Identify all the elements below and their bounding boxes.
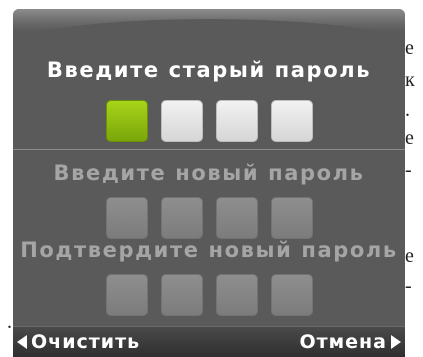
softkey-bar: Очистить Отмена — [13, 326, 405, 357]
background-text-fragment: е — [405, 246, 414, 266]
triangle-right-icon — [391, 335, 401, 349]
background-text-fragment: . — [7, 312, 12, 332]
section-divider — [13, 149, 405, 150]
cancel-softkey[interactable]: Отмена — [299, 331, 401, 353]
old-password-heading: Введите старый пароль — [46, 58, 372, 82]
new-password-digit-2 — [160, 197, 203, 239]
old-password-digit-3[interactable] — [215, 100, 258, 142]
confirm-password-digits — [13, 274, 405, 316]
background-text-fragment: к — [405, 70, 415, 90]
cancel-softkey-label: Отмена — [299, 331, 387, 353]
old-password-digit-4[interactable] — [270, 100, 313, 142]
old-password-digit-2[interactable] — [160, 100, 203, 142]
old-password-digit-1[interactable] — [105, 100, 148, 142]
new-password-digit-1 — [105, 197, 148, 239]
background-text-fragment: - — [405, 276, 412, 296]
clear-softkey-label: Очистить — [31, 331, 141, 353]
new-password-digit-3 — [215, 197, 258, 239]
triangle-left-icon — [17, 335, 27, 349]
background-text-fragment: - — [405, 160, 412, 180]
confirm-password-digit-4 — [270, 274, 313, 316]
background-text-fragment: . — [405, 100, 410, 120]
new-password-digits — [13, 197, 405, 239]
clear-softkey[interactable]: Очистить — [17, 331, 140, 353]
background-text-fragment: е — [405, 128, 414, 148]
confirm-password-digit-1 — [105, 274, 148, 316]
change-password-screen: Введите старый пароль Введите новый паро… — [13, 9, 405, 357]
top-bevel — [13, 9, 405, 59]
old-password-digits[interactable] — [13, 100, 405, 142]
confirm-password-digit-2 — [160, 274, 203, 316]
confirm-password-heading: Подтвердите новый пароль — [20, 238, 398, 262]
new-password-digit-4 — [270, 197, 313, 239]
confirm-password-digit-3 — [215, 274, 258, 316]
background-text-fragment: е — [405, 38, 414, 58]
new-password-heading: Введите новый пароль — [53, 161, 365, 185]
